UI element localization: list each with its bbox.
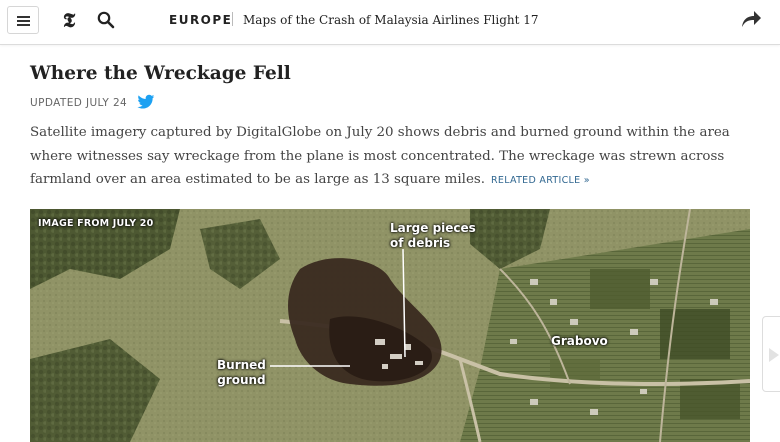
burned-ground-label: Burned ground bbox=[217, 358, 266, 387]
chevron-right-icon bbox=[769, 348, 779, 362]
search-icon[interactable] bbox=[96, 10, 116, 30]
hamburger-menu-icon[interactable] bbox=[7, 6, 39, 34]
summary-text: Satellite imagery captured by DigitalGlo… bbox=[30, 125, 730, 187]
satellite-image: IMAGE FROM JULY 20 Large pieces of debri… bbox=[30, 209, 750, 442]
article-title: Where the Wreckage Fell bbox=[30, 63, 291, 84]
image-date-label: IMAGE FROM JULY 20 bbox=[38, 218, 154, 229]
header-divider bbox=[232, 12, 233, 26]
story-headline: Maps of the Crash of Malaysia Airlines F… bbox=[243, 13, 539, 27]
village-label: Grabovo bbox=[551, 334, 608, 348]
nyt-logo-icon[interactable]: 𝕿 bbox=[58, 8, 80, 32]
twitter-bird-icon[interactable] bbox=[137, 94, 155, 110]
next-button[interactable] bbox=[762, 316, 780, 392]
share-arrow-icon[interactable] bbox=[739, 8, 763, 30]
top-bar: 𝕿 EUROPE Maps of the Crash of Malaysia A… bbox=[0, 0, 780, 45]
debris-label: Large pieces of debris bbox=[390, 221, 476, 250]
article-summary: Satellite imagery captured by DigitalGlo… bbox=[30, 121, 752, 193]
section-name[interactable]: EUROPE bbox=[169, 12, 232, 28]
updated-date: UPDATED JULY 24 bbox=[30, 97, 128, 109]
related-article-link[interactable]: RELATED ARTICLE » bbox=[491, 175, 590, 186]
